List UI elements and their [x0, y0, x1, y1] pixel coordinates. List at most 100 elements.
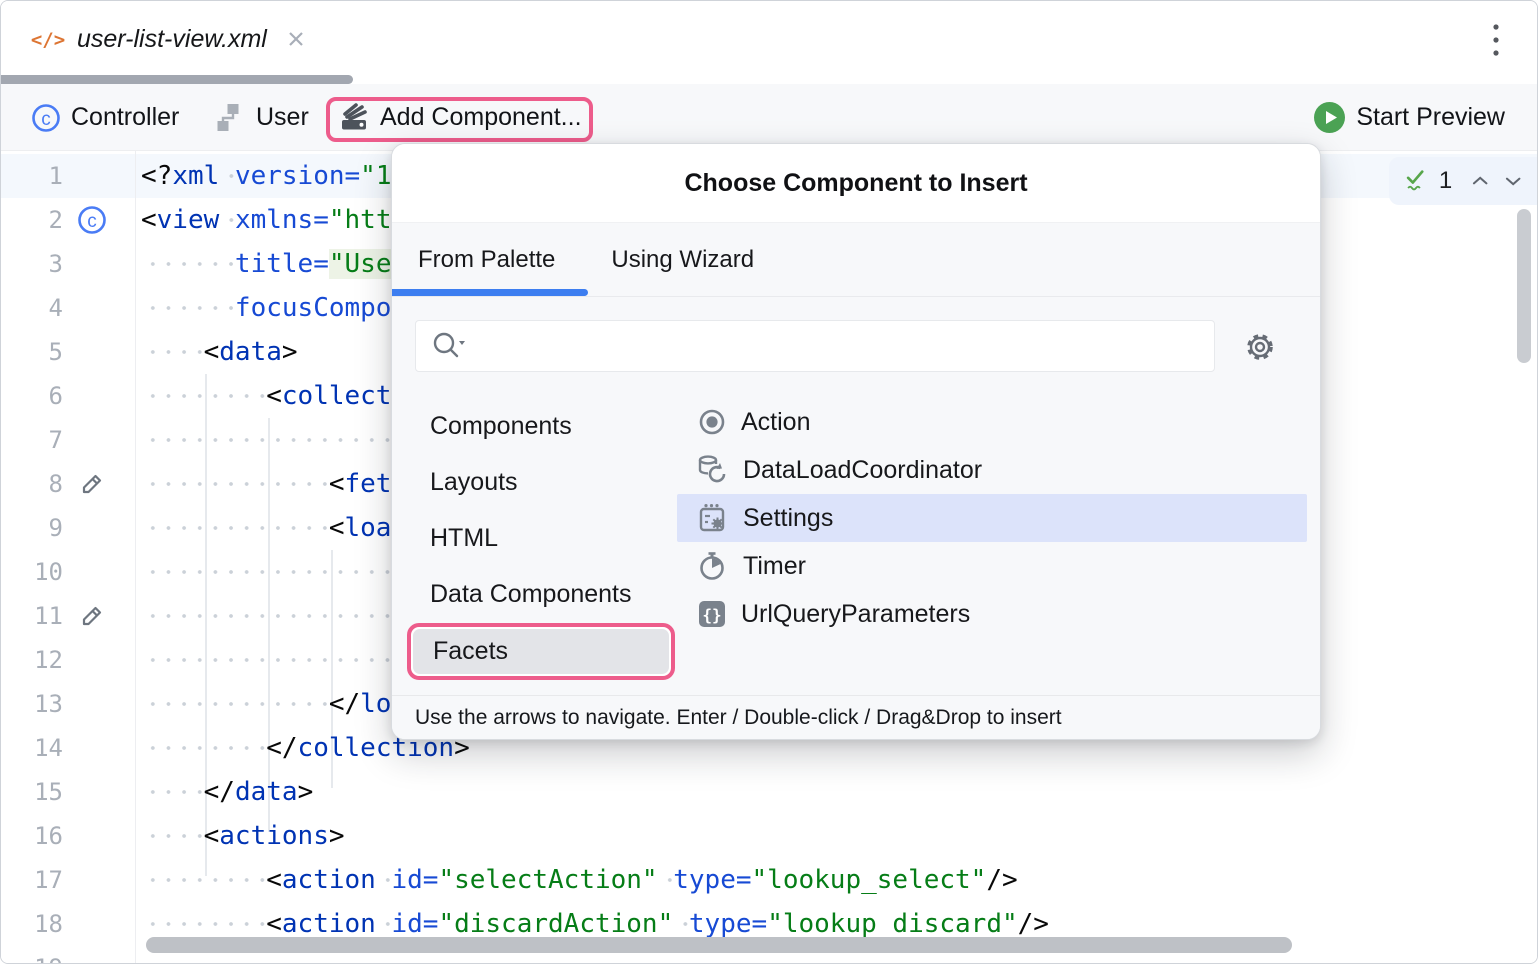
- line-number: 19: [1, 954, 63, 964]
- gutter-line: 13: [1, 682, 135, 726]
- search-input[interactable]: [472, 321, 1214, 371]
- add-component-label: Add Component...: [380, 103, 582, 132]
- line-number: 13: [1, 690, 63, 718]
- gutter-line: 18: [1, 902, 135, 946]
- component-item-timer[interactable]: Timer: [677, 542, 1307, 590]
- gutter-line: 16: [1, 814, 135, 858]
- controller-gutter-icon[interactable]: c: [77, 205, 107, 235]
- url-query-parameters-icon: {}: [697, 599, 727, 629]
- start-preview-button[interactable]: Start Preview: [1313, 84, 1505, 151]
- tab-strip-scrollbar[interactable]: [1, 75, 353, 84]
- component-label: UrlQueryParameters: [741, 600, 970, 629]
- category-item-data-components[interactable]: Data Components: [392, 566, 677, 622]
- popup-tab-from-palette[interactable]: From Palette: [418, 246, 555, 274]
- category-list: ComponentsLayoutsHTMLData Components Face…: [392, 398, 677, 680]
- timer-icon: [697, 550, 729, 582]
- hierarchy-icon: [215, 102, 246, 133]
- component-label: DataLoadCoordinator: [743, 456, 982, 485]
- component-item-settings[interactable]: Settings: [677, 494, 1307, 542]
- dataload-coordinator-icon: [697, 454, 729, 486]
- gutter-line: 19: [1, 946, 135, 964]
- settings-icon: [697, 502, 729, 534]
- popup-title: Choose Component to Insert: [684, 169, 1027, 198]
- line-number: 18: [1, 910, 63, 938]
- play-icon: [1313, 101, 1346, 134]
- gear-icon[interactable]: [1240, 327, 1280, 367]
- more-options-icon[interactable]: [1483, 21, 1509, 59]
- line-number: 12: [1, 646, 63, 674]
- controller-button[interactable]: c Controller: [31, 84, 179, 151]
- gutter-line: 8: [1, 462, 135, 506]
- category-item-layouts[interactable]: Layouts: [392, 454, 677, 510]
- controller-label: Controller: [71, 103, 179, 132]
- component-item-dataloadcoordinator[interactable]: DataLoadCoordinator: [677, 446, 1307, 494]
- editor-tab-bar: </> user-list-view.xml: [1, 1, 1537, 77]
- category-item-html[interactable]: HTML: [392, 510, 677, 566]
- component-item-action[interactable]: Action: [677, 398, 1307, 446]
- component-label: Settings: [743, 504, 833, 533]
- line-number: 11: [1, 602, 63, 630]
- inspections-widget[interactable]: 1: [1389, 157, 1538, 205]
- controller-icon: c: [31, 103, 61, 133]
- vertical-scrollbar[interactable]: [1517, 209, 1531, 363]
- category-item-facets[interactable]: Facets: [413, 629, 669, 674]
- line-number: 4: [1, 294, 63, 322]
- ide-window: </> user-list-view.xml c Controller: [0, 0, 1538, 964]
- edit-gutter-icon[interactable]: [77, 469, 107, 499]
- gutter-line: 5: [1, 330, 135, 374]
- line-number: 5: [1, 338, 63, 366]
- code-line[interactable]: </data>: [141, 770, 1049, 814]
- tab-user-list-view[interactable]: </> user-list-view.xml: [23, 1, 315, 77]
- pencil-icon: [77, 469, 107, 499]
- gutter-line: 10: [1, 550, 135, 594]
- problem-count: 1: [1439, 167, 1452, 195]
- horizontal-scrollbar[interactable]: [146, 937, 1292, 953]
- navigation-hint: Use the arrows to navigate. Enter / Doub…: [392, 696, 1320, 739]
- line-number: 17: [1, 866, 63, 894]
- line-number: 16: [1, 822, 63, 850]
- popup-body: ComponentsLayoutsHTMLData Components Face…: [392, 297, 1320, 696]
- code-line[interactable]: <actions>: [141, 814, 1049, 858]
- active-tab-underline: [392, 289, 588, 296]
- gutter-line: 7: [1, 418, 135, 462]
- search-icon[interactable]: [430, 329, 468, 363]
- chevron-up-icon[interactable]: [1470, 173, 1490, 189]
- palette-icon: [338, 102, 370, 134]
- gutter-line: 1: [1, 154, 135, 198]
- action-icon: [697, 407, 727, 437]
- component-list: Action DataLoadCoordinator Settings Time…: [677, 398, 1307, 638]
- svg-text:</>: </>: [31, 29, 65, 51]
- svg-text:{}: {}: [702, 606, 721, 625]
- popup-footer: Use the arrows to navigate. Enter / Doub…: [392, 695, 1320, 739]
- gutter-line: 11: [1, 594, 135, 638]
- controller-icon: c: [77, 205, 107, 235]
- line-number: 14: [1, 734, 63, 762]
- gutter-separator: [135, 151, 136, 964]
- gutter-lines: 12 c 345678 91011 1213141516171819: [1, 154, 135, 964]
- popup-header: Choose Component to Insert: [392, 144, 1320, 223]
- gutter-line: 12: [1, 638, 135, 682]
- line-number: 10: [1, 558, 63, 586]
- choose-component-popup: Choose Component to Insert From Palette U…: [391, 143, 1321, 740]
- gutter-line: 9: [1, 506, 135, 550]
- user-label: User: [256, 103, 309, 132]
- component-item-urlqueryparameters[interactable]: {} UrlQueryParameters: [677, 590, 1307, 638]
- pencil-icon: [77, 601, 107, 631]
- component-search-field[interactable]: [415, 320, 1215, 372]
- editor-toolbar: c Controller User Add Component...: [1, 84, 1537, 151]
- code-line[interactable]: <action id="selectAction" type="lookup_s…: [141, 858, 1049, 902]
- chevron-down-icon[interactable]: [1503, 173, 1523, 189]
- svg-text:c: c: [87, 211, 97, 232]
- category-item-components[interactable]: Components: [392, 398, 677, 454]
- edit-gutter-icon[interactable]: [77, 601, 107, 631]
- add-component-button[interactable]: Add Component...: [338, 84, 582, 151]
- svg-text:c: c: [41, 109, 51, 130]
- gutter-line: 6: [1, 374, 135, 418]
- user-button[interactable]: User: [215, 84, 309, 151]
- line-number: 2: [1, 206, 63, 234]
- popup-tab-using-wizard[interactable]: Using Wizard: [611, 246, 754, 274]
- line-number: 3: [1, 250, 63, 278]
- inspection-check-icon: [1405, 166, 1427, 196]
- close-icon[interactable]: [285, 28, 307, 50]
- gutter-line: 4: [1, 286, 135, 330]
